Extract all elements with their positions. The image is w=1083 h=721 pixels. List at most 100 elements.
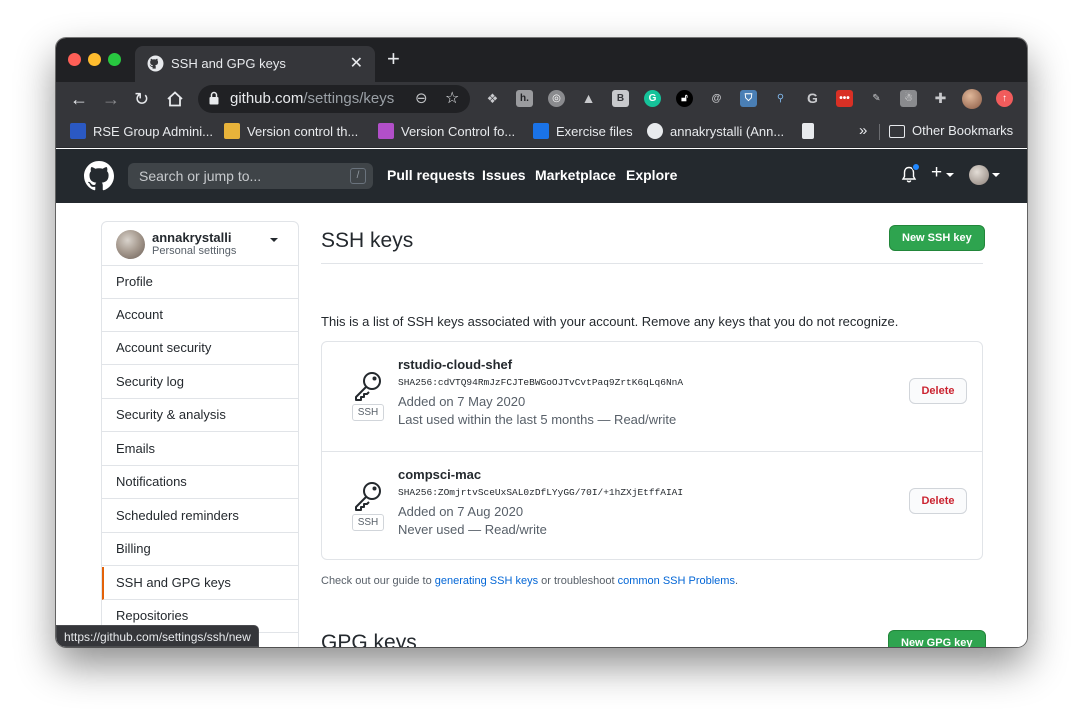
home-icon[interactable] [166,90,184,108]
chevron-down-icon [946,173,954,177]
section-divider [321,263,983,264]
puzzle-extensions-icon[interactable]: ✚ [932,90,949,107]
key-added-date: Added on 7 May 2020 [398,394,526,409]
sidebar-item-security-log[interactable]: Security log [102,366,298,399]
slides-icon [378,123,394,139]
close-window-button[interactable] [68,53,81,66]
grammarly-extension-icon[interactable]: G [644,90,661,107]
profile-avatar-icon[interactable] [962,89,982,109]
new-tab-button[interactable]: + [387,48,400,70]
github-icon [647,123,663,139]
bookmarks-divider [879,124,880,140]
bookmark-version-control-for[interactable]: Version Control fo... [378,123,515,139]
shield-extension-icon[interactable]: ⛉ [740,90,757,107]
nav-pull-requests[interactable]: Pull requests [387,167,475,183]
ssh-description: This is a list of SSH keys associated wi… [321,314,899,329]
ssh-key-list: SSH rstudio-cloud-shef SHA256:cdVTQ94RmJ… [321,341,983,560]
ssh-keys-heading: SSH keys [321,229,414,252]
new-gpg-key-button[interactable]: New GPG key [888,630,986,647]
bookmark-exercise-files[interactable]: Exercise files [533,123,633,139]
lock-extension-icon[interactable]: 🔓︎ [676,90,693,107]
account-switcher[interactable]: annakrystalli Personal settings [102,222,298,266]
key-last-used: Last used within the last 5 months — Rea… [398,412,677,427]
sidebar-item-emails[interactable]: Emails [102,433,298,466]
sidebar-item-security-analysis[interactable]: Security & analysis [102,399,298,432]
drive-extension-icon[interactable]: ▲ [580,90,597,107]
ssh-key-row: SSH rstudio-cloud-shef SHA256:cdVTQ94RmJ… [322,342,982,451]
zoom-icon[interactable]: ⊖ [415,89,428,107]
personal-settings-label: Personal settings [152,245,237,257]
video-icon [533,123,549,139]
key-type-badge: SSH [352,404,384,421]
user-avatar-icon[interactable] [969,165,989,185]
sidebar-item-profile[interactable]: Profile [102,266,298,299]
github-search-input[interactable]: Search or jump to... / [128,163,373,189]
sidebar-item-account-security[interactable]: Account security [102,332,298,365]
chevron-down-icon [992,173,1000,177]
key-title: rstudio-cloud-shef [398,357,513,372]
pen-extension-icon[interactable]: ✎ [868,90,885,107]
gpg-keys-heading: GPG keys [321,631,417,647]
sidebar-item-notifications[interactable]: Notifications [102,466,298,499]
google-extension-icon[interactable]: G [804,90,821,107]
forward-icon[interactable]: → [102,89,120,109]
close-tab-icon[interactable]: ✕ [350,53,363,73]
reload-icon[interactable]: ↻ [134,89,149,109]
settings-sidebar: annakrystalli Personal settings Profile … [101,221,299,647]
search-placeholder: Search or jump to... [139,168,262,184]
folder-icon [889,125,905,138]
cube-icon [224,123,240,139]
url-text: github.com/settings/keys [230,90,395,107]
nav-marketplace[interactable]: Marketplace [535,167,616,183]
github-logo-icon[interactable] [84,161,114,191]
update-icon[interactable]: ↑ [996,90,1013,107]
ssh-guide-text: Check out our guide to generating SSH ke… [321,575,739,587]
sidebar-item-billing[interactable]: Billing [102,533,298,566]
github-icon [147,55,164,72]
minimize-window-button[interactable] [88,53,101,66]
new-ssh-key-button[interactable]: New SSH key [889,225,985,251]
search-shortcut-badge: / [350,168,366,184]
bookmark-rse-group[interactable]: RSE Group Admini... [70,123,213,139]
key-icon [355,482,381,511]
key-title: compsci-mac [398,467,482,482]
back-icon[interactable]: ← [70,89,88,109]
key-icon [355,372,381,401]
nav-issues[interactable]: Issues [482,167,526,183]
bookmark-version-control-the[interactable]: Version control th... [224,123,358,139]
nav-explore[interactable]: Explore [626,167,677,183]
github-header: Search or jump to... / Pull requests Iss… [56,149,1027,203]
bookmark-star-icon[interactable]: ☆ [445,88,459,108]
bookmark-document[interactable] [802,123,821,139]
bookmarks-overflow-button[interactable]: » [859,122,867,139]
globe-extension-icon[interactable]: ◎ [548,90,565,107]
create-new-icon[interactable]: + [931,162,942,184]
ghost-extension-icon[interactable]: ☃ [900,90,917,107]
key-last-used: Never used — Read/write [398,522,547,537]
hypothesis-extension-icon[interactable]: h. [516,90,533,107]
generating-ssh-keys-link[interactable]: generating SSH keys [435,575,538,587]
delete-key-button[interactable]: Delete [909,488,967,514]
other-bookmarks[interactable]: Other Bookmarks [889,123,1013,138]
b-extension-icon[interactable]: B [612,90,629,107]
sidebar-item-account[interactable]: Account [102,299,298,332]
sidebar-item-ssh-gpg-keys[interactable]: SSH and GPG keys [102,567,298,600]
snail-extension-icon[interactable]: @ [708,90,725,107]
browser-window: SSH and GPG keys ✕ + ← → ↻ github.com/se… [56,38,1027,647]
avatar [116,230,145,259]
dropbox-extension-icon[interactable]: ❖ [484,90,501,107]
sidebar-item-scheduled-reminders[interactable]: Scheduled reminders [102,500,298,533]
browser-toolbar: ← → ↻ github.com/settings/keys ⊖ ☆ ❖ h. … [56,82,1027,116]
search-extension-icon[interactable]: ⚲ [772,90,789,107]
bookmark-annakrystalli[interactable]: annakrystalli (Ann... [647,123,784,139]
bookmarks-bar: RSE Group Admini... Version control th..… [56,116,1027,148]
delete-key-button[interactable]: Delete [909,378,967,404]
active-tab[interactable]: SSH and GPG keys ✕ [135,46,375,82]
lock-icon [209,91,219,105]
address-bar[interactable]: github.com/settings/keys ⊖ ☆ [198,85,470,113]
link-status-bubble: https://github.com/settings/ssh/new [56,625,259,647]
notification-indicator [912,163,920,171]
todo-extension-icon[interactable]: ••• [836,90,853,107]
maximize-window-button[interactable] [108,53,121,66]
common-ssh-problems-link[interactable]: common SSH Problems [618,575,735,587]
